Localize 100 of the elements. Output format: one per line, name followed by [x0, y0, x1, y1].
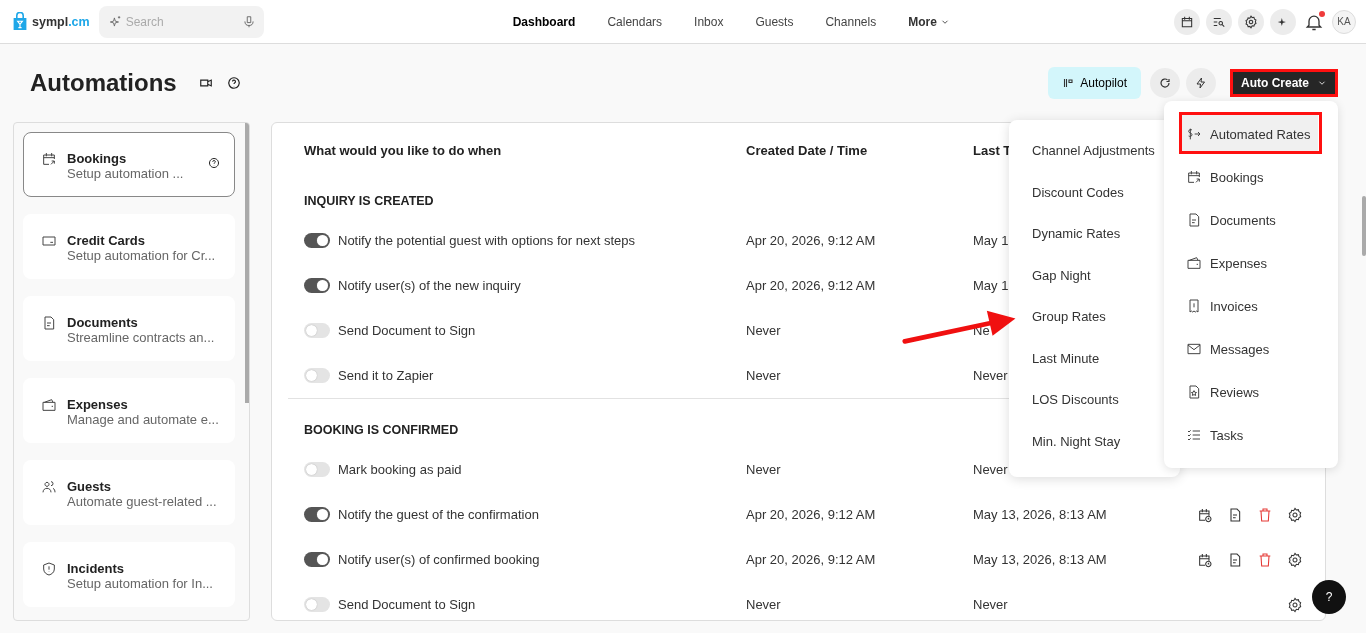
bolt-button[interactable] — [1186, 68, 1216, 98]
sparkle-button[interactable] — [1270, 8, 1296, 35]
shield-icon — [41, 561, 57, 577]
card-icon — [41, 233, 57, 249]
automation-label: Send Document to Sign — [338, 323, 476, 338]
help-button[interactable]: ? — [1312, 580, 1346, 614]
calendar-clock-icon — [1197, 551, 1213, 568]
sidebar-item[interactable]: Guests Automate guest-related ... — [23, 460, 235, 525]
table-cell: May 13, 2026, 8:13 AM — [973, 552, 1107, 567]
table-cell: May 1 — [973, 278, 1009, 293]
nav-link[interactable]: Dashboard — [512, 14, 576, 29]
calendar-dollar-button[interactable] — [1174, 8, 1200, 35]
checklist-icon — [1186, 427, 1202, 443]
toggle-switch[interactable] — [304, 323, 330, 338]
table-cell: Apr 20, 2026, 9:12 AM — [746, 233, 876, 248]
automation-label: Notify user(s) of the new inquiry — [338, 278, 521, 293]
gear-icon — [1244, 14, 1258, 29]
toggle-switch[interactable] — [304, 462, 330, 477]
sidebar-item[interactable]: Documents Streamline contracts an... — [23, 296, 235, 361]
automation-label: Notify the potential guest with options for next steps — [338, 233, 635, 248]
nav-link[interactable]: Inbox — [694, 14, 724, 29]
gear-dollar-button[interactable] — [1238, 8, 1264, 35]
automation-label: Mark booking as paid — [338, 462, 462, 477]
table-cell: Never — [973, 368, 1008, 383]
menu-item[interactable]: Tasks — [1180, 415, 1318, 455]
trash-icon — [1257, 506, 1273, 523]
table-cell: Never — [746, 368, 781, 383]
automation-label: Notify user(s) of confirmed booking — [338, 552, 540, 567]
menu-item[interactable]: Documents — [1180, 200, 1318, 240]
wallet-icon — [1186, 255, 1202, 271]
column-header: Created Date / Time — [746, 143, 868, 158]
refresh-button[interactable] — [1150, 68, 1180, 98]
calendar-icon — [1180, 14, 1194, 29]
users-icon — [41, 479, 57, 495]
table-cell: Never — [746, 323, 781, 338]
auto-create-button[interactable]: Auto Create — [1230, 69, 1338, 97]
refresh-icon — [1159, 77, 1171, 89]
table-cell: May 1 — [973, 233, 1009, 248]
table-cell: May 13, 2026, 8:13 AM — [973, 507, 1107, 522]
more-dropdown[interactable]: More — [908, 14, 950, 29]
search-list-button[interactable] — [1206, 8, 1232, 35]
section-heading: BOOKING IS CONFIRMED — [304, 423, 459, 439]
avatar[interactable]: KA — [1332, 9, 1356, 34]
dollar-arrow-icon — [1186, 126, 1202, 142]
calendar-arrow-icon — [41, 151, 57, 167]
toggle-switch[interactable] — [304, 552, 330, 567]
document-icon — [1227, 551, 1243, 568]
nav-link[interactable]: Guests — [755, 14, 794, 29]
trash-icon — [1257, 551, 1273, 568]
table-cell: Apr 20, 2026, 9:12 AM — [746, 278, 876, 293]
automation-label: Send it to Zapier — [338, 368, 434, 383]
calendar-clock-icon — [1197, 506, 1213, 523]
receipt-icon — [1186, 298, 1202, 314]
automation-label: Notify the guest of the confirmation — [338, 507, 539, 522]
autopilot-button[interactable]: Autopilot — [1048, 67, 1141, 99]
document-icon — [1186, 212, 1202, 228]
calendar-arrow-icon — [1186, 169, 1202, 185]
nav-link[interactable]: Calendars — [607, 14, 663, 29]
table-cell: Apr 20, 2026, 9:12 AM — [746, 552, 876, 567]
menu-item[interactable]: Messages — [1180, 329, 1318, 369]
toggle-switch[interactable] — [304, 597, 330, 612]
toggle-switch[interactable] — [304, 507, 330, 522]
document-icon — [41, 315, 57, 331]
table-cell: Never — [746, 597, 781, 612]
logo-text[interactable]: sympl.cm — [32, 14, 90, 29]
toggle-switch[interactable] — [304, 233, 330, 248]
table-cell: Apr 20, 2026, 9:12 AM — [746, 507, 876, 522]
toggle-switch[interactable] — [304, 368, 330, 383]
page-title: Automations — [30, 69, 177, 97]
help-icon[interactable] — [208, 157, 220, 169]
settings-icon — [1287, 551, 1303, 568]
sparkle-icon — [107, 14, 122, 29]
star-document-icon — [1186, 384, 1202, 400]
bag-logo-icon — [12, 11, 28, 32]
help-icon[interactable] — [226, 76, 241, 90]
column-header: What would you like to do when — [304, 143, 502, 158]
section-heading: INQUIRY IS CREATED — [304, 194, 434, 210]
table-cell: Never — [973, 462, 1008, 477]
sidebar-item[interactable]: Credit Cards Setup automation for Cr... — [23, 214, 235, 279]
wallet-icon — [41, 397, 57, 413]
table-cell: Never — [973, 597, 1008, 612]
settings-icon — [1287, 596, 1303, 613]
microphone-icon[interactable] — [241, 14, 256, 29]
menu-item[interactable]: Bookings — [1180, 157, 1318, 197]
bolt-icon — [1195, 77, 1207, 89]
settings-icon — [1287, 506, 1303, 523]
document-icon — [1227, 506, 1243, 523]
automation-label: Send Document to Sign — [338, 597, 476, 612]
autopilot-icon — [1062, 77, 1075, 89]
sidebar-item[interactable]: Expenses Manage and automate e... — [23, 378, 235, 443]
search-field[interactable]: Search — [98, 5, 264, 38]
menu-item[interactable]: Invoices — [1180, 286, 1318, 326]
sidebar-item[interactable]: Incidents Setup automation for In... — [23, 542, 235, 607]
sidebar-item[interactable]: Bookings Setup automation ... — [23, 132, 235, 197]
video-icon[interactable] — [198, 76, 213, 90]
toggle-switch[interactable] — [304, 278, 330, 293]
menu-item[interactable]: Reviews — [1180, 372, 1318, 412]
mail-icon — [1186, 341, 1202, 357]
nav-link[interactable]: Channels — [825, 14, 877, 29]
menu-item[interactable]: Expenses — [1180, 243, 1318, 283]
